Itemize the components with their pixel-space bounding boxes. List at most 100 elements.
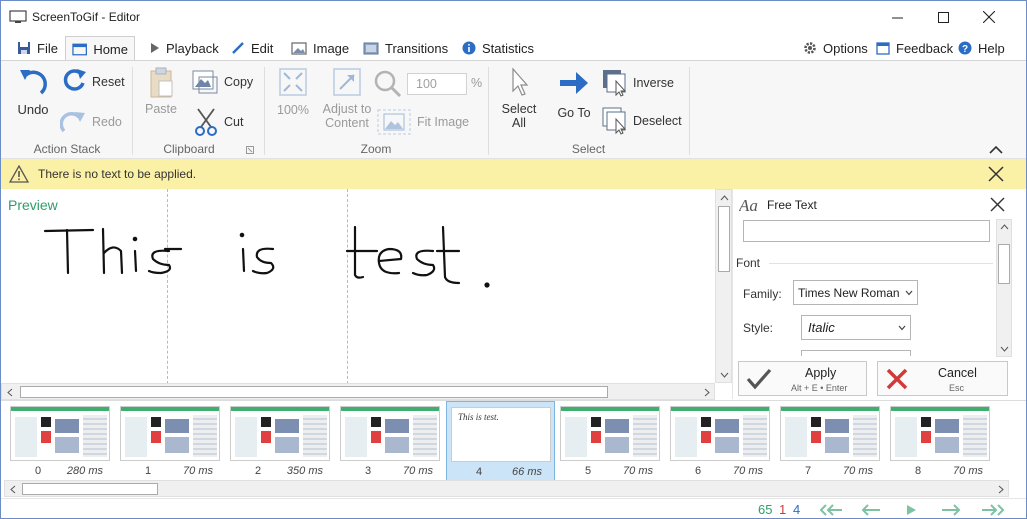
first-frame-icon[interactable]	[819, 504, 843, 516]
frame-number: 2	[255, 465, 262, 477]
deselect-label: Deselect	[633, 114, 682, 128]
close-panel-icon[interactable]	[990, 197, 1005, 212]
preview-area[interactable]: Preview	[1, 189, 717, 384]
tab-home[interactable]: Home	[65, 36, 135, 61]
zoom-value: 100	[416, 77, 437, 91]
cut-label: Cut	[224, 115, 244, 129]
close-button[interactable]	[966, 1, 1012, 33]
scroll-up-icon[interactable]	[1000, 224, 1009, 230]
help-icon: ?	[958, 41, 972, 55]
ribbon-separator	[689, 67, 690, 155]
apply-shortcut: Alt + E • Enter	[791, 383, 848, 393]
apply-button[interactable]: Apply Alt + E • Enter	[738, 361, 867, 396]
play-icon	[151, 43, 159, 53]
frame-thumbnail	[230, 406, 330, 461]
frame-list-scrollbar[interactable]	[4, 480, 1009, 497]
scroll-thumb[interactable]	[718, 206, 730, 272]
frame-item[interactable]: 7 70 ms	[776, 401, 885, 481]
ribbon-separator	[264, 67, 265, 155]
tab-edit-label: Edit	[251, 40, 274, 56]
scroll-thumb[interactable]	[20, 386, 608, 398]
text-input[interactable]	[743, 220, 990, 242]
tab-file[interactable]: File	[11, 36, 64, 60]
cancel-button[interactable]: Cancel Esc	[877, 361, 1008, 396]
frame-duration: 70 ms	[183, 465, 213, 477]
frame-item[interactable]: 3 70 ms	[336, 401, 445, 481]
reset-label: Reset	[92, 75, 125, 89]
preview-horizontal-scrollbar[interactable]	[1, 383, 715, 400]
scroll-up-icon[interactable]	[720, 195, 729, 201]
total-frames-count: 65	[758, 502, 773, 517]
frame-list: 0 280 ms 1 70 ms 2 350 ms 3 70 ms This is test. 4…	[1, 400, 1026, 482]
close-icon	[983, 11, 995, 23]
family-label: Family:	[743, 287, 782, 301]
panel-vertical-scrollbar[interactable]	[996, 219, 1012, 357]
cancel-x-icon	[886, 368, 908, 390]
feedback-button[interactable]: Feedback	[870, 36, 959, 60]
tab-playback-label: Playback	[166, 40, 219, 56]
scroll-right-icon[interactable]	[704, 388, 710, 397]
app-icon	[9, 10, 27, 23]
frame-item[interactable]: 8 70 ms	[886, 401, 995, 481]
frame-thumbnail	[10, 406, 110, 461]
font-style-select[interactable]: Italic	[801, 315, 911, 340]
go-to-button[interactable]: Go To	[552, 67, 596, 120]
previous-frame-icon[interactable]	[861, 504, 881, 516]
inverse-button[interactable]: Inverse	[602, 69, 684, 99]
last-frame-icon[interactable]	[981, 504, 1005, 516]
warning-text: There is no text to be applied.	[38, 167, 197, 181]
options-button[interactable]: Options	[797, 36, 874, 60]
tab-edit[interactable]: Edit	[225, 36, 279, 60]
save-icon	[18, 42, 30, 54]
tab-playback[interactable]: Playback	[144, 36, 225, 60]
frame-item[interactable]: 5 70 ms	[556, 401, 665, 481]
scroll-right-icon[interactable]	[998, 485, 1004, 494]
svg-text:Aa: Aa	[739, 196, 758, 214]
cut-button[interactable]: Cut	[191, 107, 261, 137]
frame-item[interactable]: 2 350 ms	[226, 401, 335, 481]
reset-button[interactable]: Reset	[60, 66, 130, 96]
copy-button[interactable]: Copy	[191, 67, 261, 97]
frame-thumbnail	[560, 406, 660, 461]
paste-button: Paste	[144, 65, 178, 116]
font-section-label: Font	[736, 256, 761, 270]
warning-bar: There is no text to be applied.	[1, 159, 1026, 189]
arrow-right-icon	[560, 72, 588, 94]
title-bar: ScreenToGif - Editor	[1, 1, 1026, 33]
ribbon-separator	[132, 67, 133, 155]
scroll-thumb[interactable]	[22, 483, 158, 495]
frame-duration: 66 ms	[512, 466, 542, 478]
clipboard-expand-icon[interactable]	[246, 146, 254, 154]
scroll-left-icon[interactable]	[10, 485, 16, 494]
maximize-button[interactable]	[920, 1, 966, 33]
apply-label: Apply	[805, 366, 837, 380]
help-button[interactable]: ? Help	[952, 36, 1011, 60]
frame-thumbnail-text: This is test.	[458, 412, 499, 422]
section-divider	[769, 263, 993, 264]
tab-image-label: Image	[313, 40, 350, 56]
select-group-label: Select	[571, 142, 606, 156]
select-all-button[interactable]: Select All	[497, 67, 541, 130]
zoom-value-input[interactable]: 100	[407, 73, 467, 95]
tab-statistics[interactable]: Statistics	[456, 36, 540, 60]
scroll-thumb[interactable]	[998, 244, 1010, 284]
minimize-button[interactable]	[874, 1, 920, 33]
font-family-select[interactable]: Times New Roman	[793, 280, 918, 305]
scroll-left-icon[interactable]	[7, 388, 13, 397]
scroll-down-icon[interactable]	[720, 372, 729, 378]
frame-item[interactable]: 6 70 ms	[666, 401, 775, 481]
frame-item[interactable]: 0 280 ms	[6, 401, 115, 481]
next-frame-icon[interactable]	[941, 504, 961, 516]
collapse-ribbon-icon[interactable]	[989, 145, 1003, 155]
redo-icon	[60, 112, 85, 133]
preview-vertical-scrollbar[interactable]	[715, 189, 732, 383]
tab-image[interactable]: Image	[285, 36, 355, 60]
frame-item[interactable]: This is test. 4 66 ms	[446, 401, 555, 481]
undo-button[interactable]: Undo	[13, 65, 53, 117]
scroll-down-icon[interactable]	[1000, 346, 1009, 352]
tab-transitions[interactable]: Transitions	[357, 36, 454, 60]
play-icon[interactable]	[906, 504, 917, 516]
frame-item[interactable]: 1 70 ms	[116, 401, 225, 481]
dismiss-warning-icon[interactable]	[988, 166, 1004, 182]
deselect-button[interactable]: Deselect	[602, 107, 684, 137]
